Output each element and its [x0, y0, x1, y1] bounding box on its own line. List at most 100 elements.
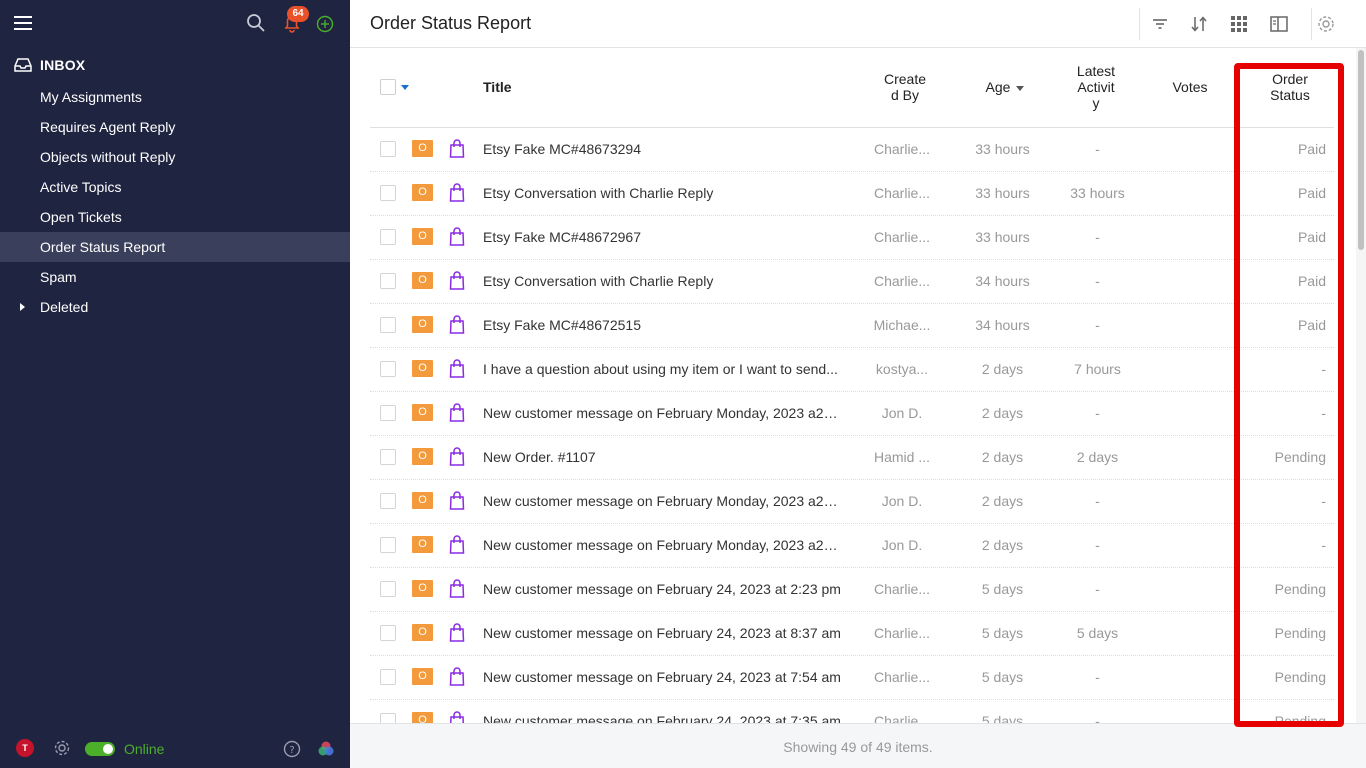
shopping-bag-icon	[449, 271, 465, 290]
table-row[interactable]: O New customer message on February 24, 20…	[370, 656, 1334, 700]
row-checkbox[interactable]	[380, 141, 396, 157]
row-title-link[interactable]: New Order. #1107	[483, 449, 843, 465]
row-order-status: Pending	[1274, 449, 1326, 465]
menu-icon[interactable]	[14, 16, 32, 30]
row-checkbox[interactable]	[380, 317, 396, 333]
row-checkbox[interactable]	[380, 229, 396, 245]
row-checkbox[interactable]	[380, 713, 396, 723]
row-title-link[interactable]: New customer message on February Monday,…	[483, 537, 843, 553]
shopping-bag-icon	[449, 359, 465, 378]
select-all-checkbox[interactable]	[380, 79, 396, 95]
search-icon[interactable]	[246, 13, 266, 33]
sidebar-nav: My Assignments Requires Agent Reply Obje…	[0, 82, 350, 322]
divider	[1311, 8, 1312, 40]
channel-badge: O	[412, 184, 433, 201]
row-title-link[interactable]: New customer message on February 24, 202…	[483, 669, 843, 685]
row-title-link[interactable]: New customer message on February Monday,…	[483, 493, 843, 509]
table-row[interactable]: O Etsy Fake MC#48673294 Charlie... 33 hours…	[370, 128, 1334, 172]
row-checkbox[interactable]	[380, 625, 396, 641]
sidebar-item-deleted[interactable]: Deleted	[0, 292, 350, 322]
row-latest-activity: -	[1095, 669, 1100, 685]
add-circle-icon[interactable]	[316, 15, 334, 33]
grid-icon[interactable]	[1229, 14, 1249, 34]
table-row[interactable]: O I have a question about using my item o…	[370, 348, 1334, 392]
table-row[interactable]: O New customer message on February 24, 20…	[370, 568, 1334, 612]
select-dropdown-icon[interactable]	[401, 85, 409, 90]
row-age: 34 hours	[975, 273, 1030, 289]
row-checkbox[interactable]	[380, 405, 396, 421]
row-checkbox[interactable]	[380, 449, 396, 465]
sidebar-item-objects-without-reply[interactable]: Objects without Reply	[0, 142, 350, 172]
row-checkbox[interactable]	[380, 185, 396, 201]
row-created-by: Charlie...	[873, 273, 931, 289]
column-header-order-status[interactable]: Order Status	[1255, 71, 1325, 103]
row-title-link[interactable]: Etsy Fake MC#48673294	[483, 141, 843, 157]
help-icon[interactable]: ?	[283, 740, 301, 758]
row-checkbox[interactable]	[380, 581, 396, 597]
row-checkbox[interactable]	[380, 669, 396, 685]
sidebar-item-requires-agent-reply[interactable]: Requires Agent Reply	[0, 112, 350, 142]
column-header-latest-activity[interactable]: Latest Activit y	[1066, 63, 1126, 111]
row-checkbox[interactable]	[380, 493, 396, 509]
row-checkbox[interactable]	[380, 361, 396, 377]
channel-badge: O	[412, 580, 433, 597]
app-window: 64 INBOX My Assignments Requires Agent R…	[0, 0, 1366, 768]
table-row[interactable]: O Etsy Fake MC#48672967 Charlie... 33 hours…	[370, 216, 1334, 260]
table-row[interactable]: O New customer message on February Monday…	[370, 392, 1334, 436]
row-title-link[interactable]: New customer message on February 24, 202…	[483, 713, 843, 723]
table-row[interactable]: O Etsy Conversation with Charlie Reply Cha…	[370, 260, 1334, 304]
row-order-status: Paid	[1297, 185, 1326, 201]
table-row[interactable]: O New customer message on February 24, 20…	[370, 700, 1334, 723]
row-age: 33 hours	[975, 185, 1030, 201]
column-header-created-by[interactable]: Create d By	[880, 71, 930, 103]
shopping-bag-icon	[449, 227, 465, 246]
svg-text:?: ?	[289, 745, 294, 756]
column-header-title[interactable]: Title	[483, 79, 512, 95]
shopping-bag-icon	[449, 315, 465, 334]
row-title-link[interactable]: New customer message on February 24, 202…	[483, 625, 843, 641]
row-checkbox[interactable]	[380, 273, 396, 289]
table-row[interactable]: O New Order. #1107 Hamid ... 2 days 2 days Pe…	[370, 436, 1334, 480]
row-checkbox[interactable]	[380, 537, 396, 553]
sort-icon[interactable]	[1189, 14, 1209, 34]
sidebar-item-order-status-report[interactable]: Order Status Report	[0, 232, 350, 262]
scrollbar[interactable]	[1356, 48, 1366, 723]
table-row[interactable]: O New customer message on February Monday…	[370, 480, 1334, 524]
sidebar-item-spam[interactable]: Spam	[0, 262, 350, 292]
table-row[interactable]: O New customer message on February 24, 20…	[370, 612, 1334, 656]
gear-icon[interactable]	[53, 739, 71, 757]
row-title-link[interactable]: New customer message on February 24, 202…	[483, 581, 843, 597]
table-row[interactable]: O Etsy Fake MC#48672515 Michae... 34 hours -…	[370, 304, 1334, 348]
settings-icon[interactable]	[1316, 14, 1336, 34]
scrollbar-thumb[interactable]	[1358, 50, 1364, 250]
row-age: 5 days	[981, 581, 1024, 597]
row-latest-activity: -	[1095, 405, 1100, 421]
expand-caret-icon[interactable]	[20, 303, 25, 311]
channel-badge: O	[412, 228, 433, 245]
row-title-link[interactable]: Etsy Fake MC#48672515	[483, 317, 843, 333]
row-title-link[interactable]: New customer message on February Monday,…	[483, 405, 843, 421]
table-row[interactable]: O New customer message on February Monday…	[370, 524, 1334, 568]
sidebar-item-label: My Assignments	[40, 89, 142, 105]
row-title-link[interactable]: Etsy Conversation with Charlie Reply	[483, 185, 843, 201]
row-title-link[interactable]: I have a question about using my item or…	[483, 361, 843, 377]
row-title-link[interactable]: Etsy Conversation with Charlie Reply	[483, 273, 843, 289]
sort-desc-icon	[1016, 85, 1025, 91]
shopping-bag-icon	[449, 535, 465, 554]
column-header-age[interactable]: Age	[970, 79, 1040, 95]
apps-icon[interactable]	[317, 740, 335, 758]
layout-icon[interactable]	[1269, 14, 1289, 34]
sidebar-item-open-tickets[interactable]: Open Tickets	[0, 202, 350, 232]
channel-badge: O	[412, 316, 433, 333]
table-row[interactable]: O Etsy Conversation with Charlie Reply Cha…	[370, 172, 1334, 216]
filter-icon[interactable]	[1150, 14, 1170, 34]
row-title-link[interactable]: Etsy Fake MC#48672967	[483, 229, 843, 245]
avatar[interactable]: T	[16, 739, 34, 757]
online-status-toggle[interactable]	[85, 742, 115, 756]
sidebar-item-my-assignments[interactable]: My Assignments	[0, 82, 350, 112]
row-latest-activity: -	[1095, 273, 1100, 289]
inbox-header[interactable]: INBOX	[0, 52, 350, 78]
sidebar-item-active-topics[interactable]: Active Topics	[0, 172, 350, 202]
column-header-votes[interactable]: Votes	[1160, 79, 1220, 95]
row-order-status: Pending	[1274, 581, 1326, 597]
